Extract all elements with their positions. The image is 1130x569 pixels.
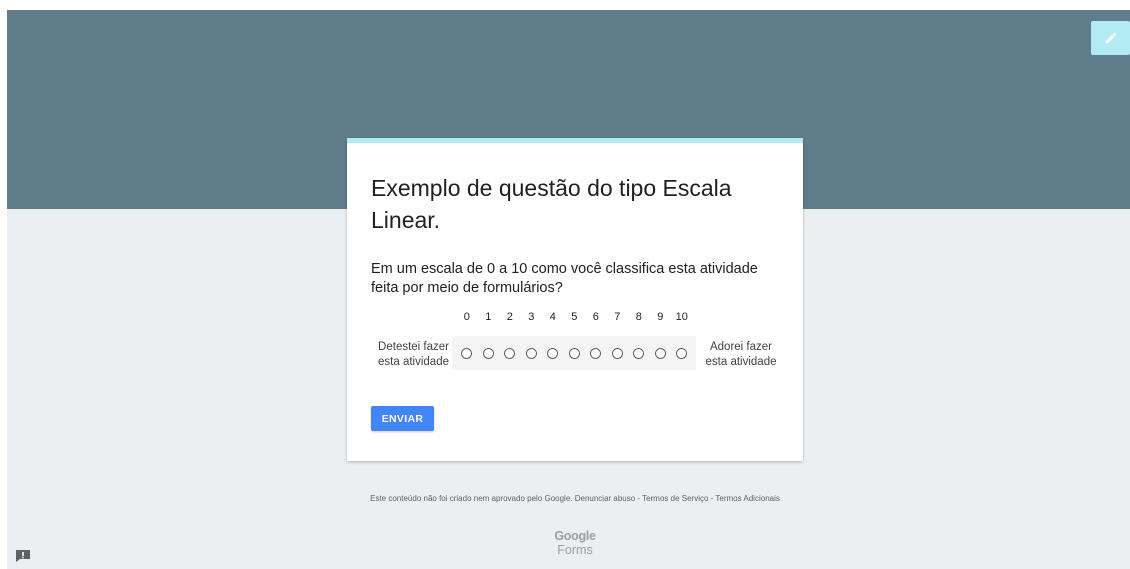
logo-google-text: Google <box>554 529 596 543</box>
scale-number-label: 6 <box>592 311 599 323</box>
scale-radio-3[interactable] <box>525 347 537 359</box>
feedback-icon <box>16 550 30 562</box>
google-forms-logo[interactable]: Google Forms <box>535 529 615 557</box>
report-abuse-link[interactable]: Denunciar abuso <box>575 494 635 503</box>
scale-radio-1[interactable] <box>482 347 494 359</box>
question-text: Em um escala de 0 a 10 como você classif… <box>371 261 758 296</box>
scale-radio-7[interactable] <box>611 347 623 359</box>
scale-option-cell <box>456 347 478 359</box>
disclaimer-text: Este conteúdo não foi criado nem aprovad… <box>370 494 573 503</box>
scale-radio-8[interactable] <box>633 347 645 359</box>
form-card: Exemplo de questão do tipo Escala Linear… <box>347 138 803 461</box>
top-strip <box>0 0 1130 10</box>
scale-option-cell <box>671 347 693 359</box>
scale-number-label: 5 <box>571 311 578 323</box>
terms-of-service-link[interactable]: Termos de Serviço <box>642 494 708 503</box>
scale-radio-2[interactable] <box>504 347 516 359</box>
scale-radio-0[interactable] <box>461 347 473 359</box>
scale-option-cell <box>607 347 629 359</box>
scale-radio-5[interactable] <box>568 347 580 359</box>
scale-number-label: 2 <box>506 311 513 323</box>
scale-option-cell <box>521 347 543 359</box>
scale-number-label: 4 <box>549 311 556 323</box>
submit-button[interactable]: ENVIAR <box>371 406 434 431</box>
edit-form-button[interactable] <box>1091 21 1130 55</box>
scale-number-label: 7 <box>614 311 621 323</box>
additional-terms-link[interactable]: Termos Adicionais <box>715 494 779 503</box>
scale-number-label: 8 <box>635 311 642 323</box>
scale-option-cell <box>585 347 607 359</box>
logo-forms-text: Forms <box>557 543 593 557</box>
scale-min-label: Detestei fazer esta atividade <box>378 341 449 368</box>
form-title: Exemplo de questão do tipo Escala Linear… <box>371 175 732 233</box>
pencil-icon <box>1105 32 1116 44</box>
scale-number-label: 0 <box>463 311 470 323</box>
scale-radio-4[interactable] <box>547 347 559 359</box>
scale-number-label: 9 <box>657 311 664 323</box>
linear-scale-options <box>452 336 696 370</box>
footer-disclaimer: Este conteúdo não foi criado nem aprovad… <box>365 494 785 504</box>
scale-option-cell <box>650 347 672 359</box>
scale-option-cell <box>542 347 564 359</box>
scale-option-cell <box>499 347 521 359</box>
scale-number-labels: 0 1 2 3 4 5 6 7 8 9 10 <box>456 311 693 327</box>
report-problem-button[interactable] <box>15 549 31 563</box>
scale-number-label: 10 <box>675 311 688 323</box>
scale-radio-9[interactable] <box>654 347 666 359</box>
scale-number-label: 3 <box>528 311 535 323</box>
scale-option-cell <box>478 347 500 359</box>
scale-max-label: Adorei fazer esta atividade <box>705 341 777 368</box>
scale-option-cell <box>564 347 586 359</box>
scale-option-cell <box>628 347 650 359</box>
scale-radio-10[interactable] <box>676 347 688 359</box>
scale-radio-6[interactable] <box>590 347 602 359</box>
scale-number-label: 1 <box>485 311 492 323</box>
